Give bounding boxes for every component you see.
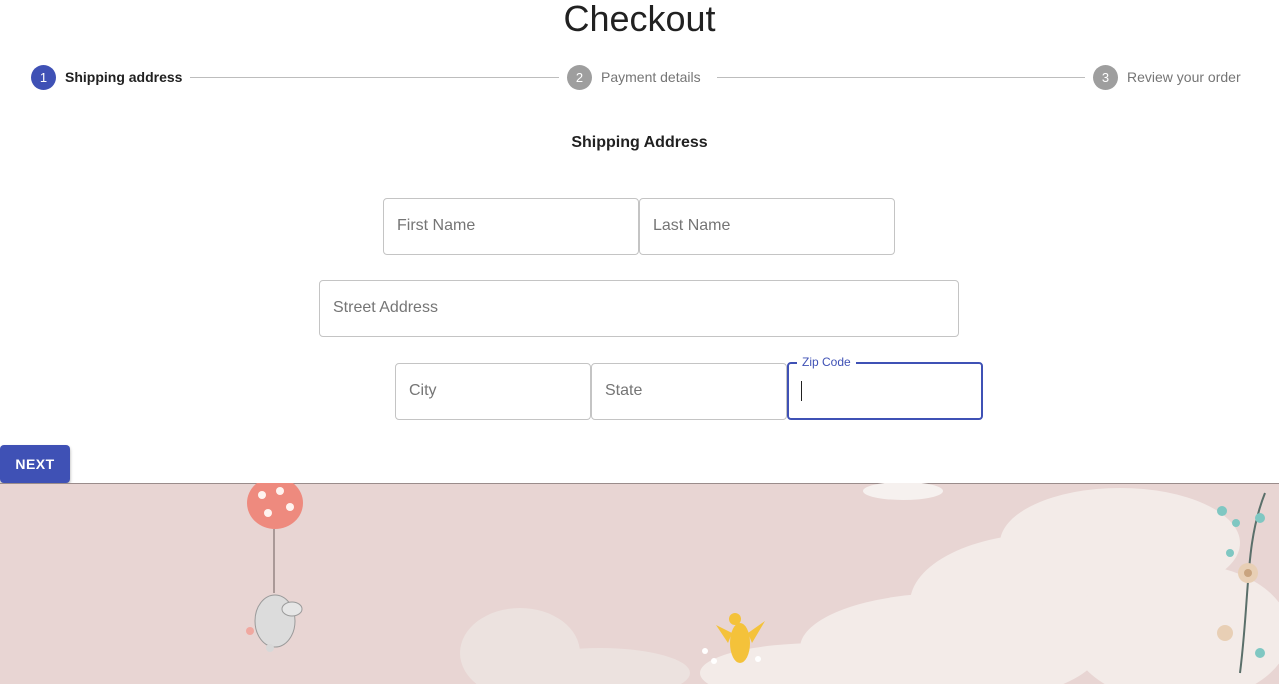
step-number-icon: 1 — [31, 64, 56, 90]
next-button[interactable]: NEXT — [0, 445, 70, 483]
zip-code-field[interactable]: Zip Code — [787, 355, 983, 420]
street-address-placeholder: Street Address — [333, 299, 438, 316]
city-placeholder: City — [409, 382, 437, 399]
step-payment-details: 2 Payment details — [567, 64, 701, 90]
step-review-order: 3 Review your order — [1093, 64, 1241, 90]
section-title: Shipping Address — [571, 134, 708, 151]
decorative-banner — [0, 483, 1279, 684]
city-field[interactable]: City — [395, 363, 591, 420]
step-number-icon: 2 — [567, 64, 592, 90]
state-field[interactable]: State — [591, 363, 787, 420]
step-connector — [717, 77, 1085, 78]
step-label: Shipping address — [65, 69, 183, 85]
step-label: Payment details — [601, 69, 701, 85]
page-title: Checkout — [563, 0, 716, 39]
first-name-field[interactable]: First Name — [383, 198, 639, 255]
text-caret — [801, 381, 802, 401]
step-number-icon: 3 — [1093, 64, 1118, 90]
step-connector — [190, 77, 559, 78]
first-name-placeholder: First Name — [397, 217, 476, 234]
state-placeholder: State — [605, 382, 643, 399]
zip-code-label: Zip Code — [797, 355, 856, 369]
last-name-placeholder: Last Name — [653, 217, 731, 234]
street-address-field[interactable]: Street Address — [319, 280, 959, 337]
checkout-stepper: 1 Shipping address 2 Payment details 3 R… — [31, 64, 1247, 90]
last-name-field[interactable]: Last Name — [639, 198, 895, 255]
step-label: Review your order — [1127, 69, 1241, 85]
step-shipping-address: 1 Shipping address — [31, 64, 182, 90]
